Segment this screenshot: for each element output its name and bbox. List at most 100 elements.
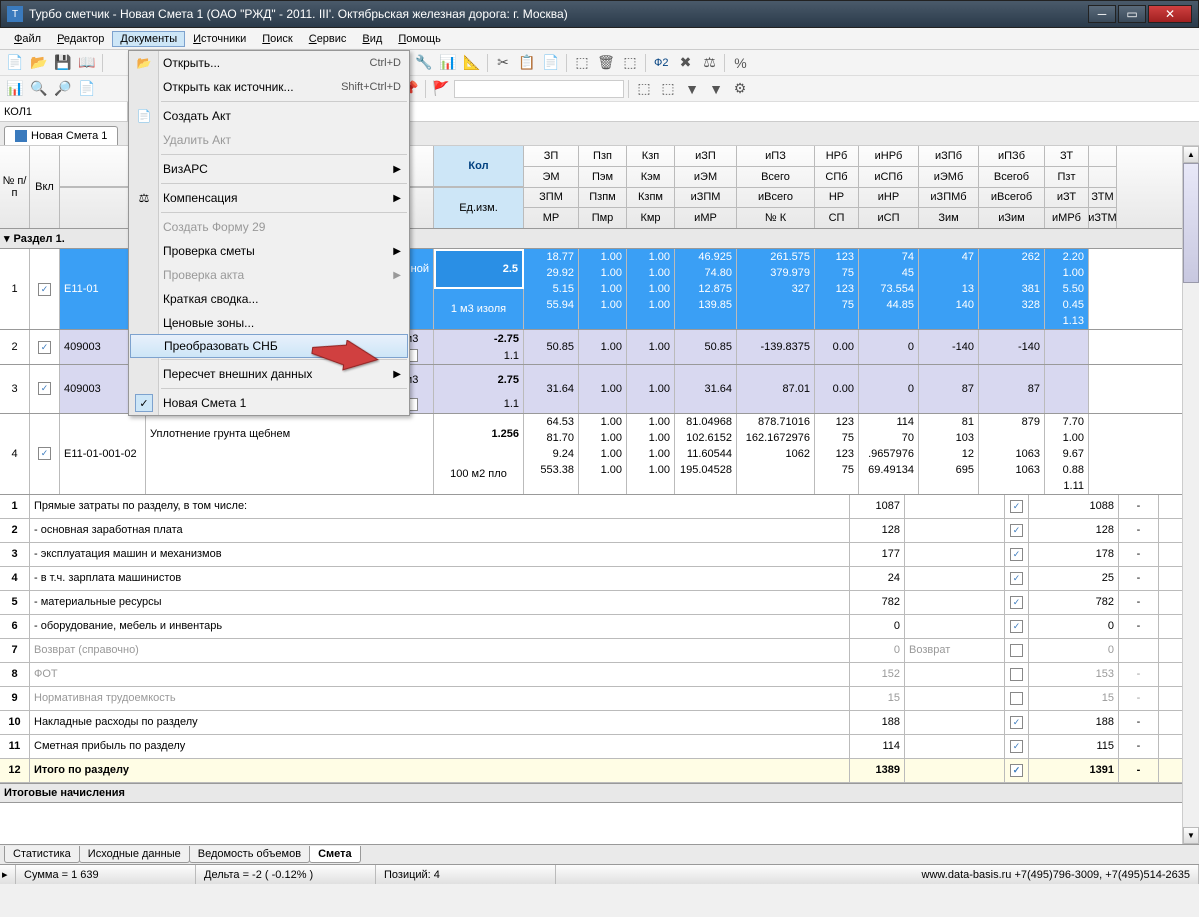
summary-row[interactable]: 7Возврат (справочно)0Возврат0 — [0, 639, 1199, 663]
summary-row[interactable]: 3- эксплуатация машин и механизмов177✓17… — [0, 543, 1199, 567]
row-checkbox[interactable]: ✓ — [38, 341, 51, 354]
summary-checkbox[interactable] — [1010, 692, 1023, 705]
menu-item[interactable]: ВизАРС▶ — [129, 157, 409, 181]
menu-помощь[interactable]: Помощь — [390, 31, 449, 47]
tb-icon[interactable]: 📊 — [437, 52, 459, 74]
menu-item[interactable]: Открыть как источник...Shift+Ctrl+D — [129, 75, 409, 99]
hdr-vkl[interactable]: Вкл — [30, 146, 60, 228]
menu-item[interactable]: ⚖Компенсация▶ — [129, 186, 409, 210]
tb-flag-icon[interactable]: 🚩 — [430, 78, 452, 100]
tb-copy-icon[interactable]: 📋 — [516, 52, 538, 74]
summary-row[interactable]: 9Нормативная трудоемкость1515- — [0, 687, 1199, 711]
tb-balance-icon[interactable]: ⚖ — [698, 52, 720, 74]
hdr-col[interactable]: ЗТПзтиЗТиМРб — [1045, 146, 1089, 228]
hdr-col[interactable]: ЗПЭМЗПММР — [524, 146, 579, 228]
hdr-col[interactable]: иПЗВсегоиВсего№ К — [737, 146, 815, 228]
menu-документы[interactable]: Документы — [112, 31, 185, 47]
hdr-col[interactable]: иЗПиЭМиЗПМиМР — [675, 146, 737, 228]
hdr-col[interactable]: ЗТМиЗТМ — [1089, 146, 1117, 228]
menu-item[interactable]: Ценовые зоны... — [129, 311, 409, 335]
summary-checkbox[interactable] — [1010, 668, 1023, 681]
summary-checkbox[interactable]: ✓ — [1010, 500, 1023, 513]
tb-icon[interactable]: ⬚ — [619, 52, 641, 74]
tb-icon[interactable]: ⬚ — [571, 52, 593, 74]
tb-icon[interactable]: 📊 — [4, 78, 26, 100]
tb-icon[interactable]: ⚙ — [729, 78, 751, 100]
tb-search-icon[interactable]: 🔍 — [28, 78, 50, 100]
scroll-thumb[interactable] — [1183, 163, 1199, 283]
summary-checkbox[interactable]: ✓ — [1010, 620, 1023, 633]
summary-checkbox[interactable] — [1010, 644, 1023, 657]
vertical-scrollbar[interactable]: ▲ ▼ — [1182, 146, 1199, 844]
scroll-up-icon[interactable]: ▲ — [1183, 146, 1199, 163]
tb-open-icon[interactable]: 📂 — [28, 52, 50, 74]
summary-checkbox[interactable]: ✓ — [1010, 764, 1023, 777]
bottom-tab[interactable]: Смета — [309, 846, 361, 863]
maximize-button[interactable]: ▭ — [1118, 5, 1146, 23]
menu-item[interactable]: Краткая сводка... — [129, 287, 409, 311]
tb-book-icon[interactable]: 📖 — [76, 52, 98, 74]
menu-источники[interactable]: Источники — [185, 31, 254, 47]
tb-icon[interactable]: 🔧 — [413, 52, 435, 74]
summary-row[interactable]: 12Итого по разделу1389✓1391- — [0, 759, 1199, 783]
tb-icon[interactable]: ⬚ — [657, 78, 679, 100]
tb-icon[interactable]: ▼ — [705, 78, 727, 100]
summary-checkbox[interactable]: ✓ — [1010, 524, 1023, 537]
minimize-button[interactable]: ─ — [1088, 5, 1116, 23]
tb-icon[interactable]: 🔎 — [52, 78, 74, 100]
summary-checkbox[interactable]: ✓ — [1010, 572, 1023, 585]
bottom-tab[interactable]: Исходные данные — [79, 846, 190, 863]
document-tab[interactable]: Новая Смета 1 — [4, 126, 118, 145]
hdr-col[interactable]: иЗПбиЭМбиЗПМбЗим — [919, 146, 979, 228]
tb-combo[interactable] — [454, 80, 624, 98]
scroll-down-icon[interactable]: ▼ — [1183, 827, 1199, 844]
hdr-col[interactable]: КзпКэмКзпмКмр — [627, 146, 675, 228]
tb-cut-icon[interactable]: ✂ — [492, 52, 514, 74]
tb-new-icon[interactable]: 📄 — [4, 52, 26, 74]
tb-icon[interactable]: ✖ — [674, 52, 696, 74]
summary-checkbox[interactable]: ✓ — [1010, 596, 1023, 609]
menu-поиск[interactable]: Поиск — [254, 31, 300, 47]
hdr-num[interactable]: № п/п — [0, 146, 30, 228]
summary-checkbox[interactable]: ✓ — [1010, 740, 1023, 753]
menu-item[interactable]: Преобразовать СНБ — [130, 334, 408, 358]
tb-paste-icon[interactable]: 📄 — [540, 52, 562, 74]
summary-row[interactable]: 1Прямые затраты по разделу, в том числе:… — [0, 495, 1199, 519]
tb-save-icon[interactable]: 💾 — [52, 52, 74, 74]
bottom-tab[interactable]: Ведомость объемов — [189, 846, 310, 863]
row-checkbox[interactable]: ✓ — [38, 447, 51, 460]
tb-filter-icon[interactable]: ▼ — [681, 78, 703, 100]
tb-icon[interactable]: ⬚ — [633, 78, 655, 100]
summary-row[interactable]: 8ФОТ152153- — [0, 663, 1199, 687]
menu-редактор[interactable]: Редактор — [49, 31, 112, 47]
menu-файл[interactable]: Файл — [6, 31, 49, 47]
namebox[interactable]: КОЛ1 — [0, 102, 128, 121]
hdr-kol[interactable]: Кол Ед.изм. — [434, 146, 524, 228]
tb-icon[interactable]: 📐 — [461, 52, 483, 74]
data-row[interactable]: 4✓Е11-01-001-02Уплотнение грунта щебнем1… — [0, 414, 1199, 495]
menu-item[interactable]: ✓Новая Смета 1 — [129, 391, 409, 415]
hdr-col[interactable]: НРбСПбНРСП — [815, 146, 859, 228]
summary-row[interactable]: 11Сметная прибыль по разделу114✓115- — [0, 735, 1199, 759]
tb-percent-icon[interactable]: % — [729, 52, 751, 74]
hdr-col[interactable]: иПЗбВсегобиВсегобиЗим — [979, 146, 1045, 228]
summary-checkbox[interactable]: ✓ — [1010, 716, 1023, 729]
menu-сервис[interactable]: Сервис — [301, 31, 355, 47]
bottom-tab[interactable]: Статистика — [4, 846, 80, 863]
menu-item[interactable]: Проверка сметы▶ — [129, 239, 409, 263]
row-checkbox[interactable]: ✓ — [38, 382, 51, 395]
row-checkbox[interactable]: ✓ — [38, 283, 51, 296]
tb-delete-icon[interactable]: 🗑 — [595, 52, 617, 74]
menu-item[interactable]: Пересчет внешних данных▶ — [129, 362, 409, 386]
summary-row[interactable]: 4 - в т.ч. зарплата машинистов24✓25- — [0, 567, 1199, 591]
summary-row[interactable]: 2- основная заработная плата128✓128- — [0, 519, 1199, 543]
summary-row[interactable]: 5- материальные ресурсы782✓782- — [0, 591, 1199, 615]
hdr-col[interactable]: иНРбиСПбиНРиСП — [859, 146, 919, 228]
menu-item[interactable]: 📂Открыть...Ctrl+D — [129, 51, 409, 75]
summary-row[interactable]: 10Накладные расходы по разделу188✓188- — [0, 711, 1199, 735]
menu-вид[interactable]: Вид — [354, 31, 390, 47]
tb-phi2[interactable]: Ф2 — [650, 57, 672, 69]
close-button[interactable]: ✕ — [1148, 5, 1192, 23]
tb-icon[interactable]: 📄 — [76, 78, 98, 100]
hdr-col[interactable]: ПзпПэмПзпмПмр — [579, 146, 627, 228]
